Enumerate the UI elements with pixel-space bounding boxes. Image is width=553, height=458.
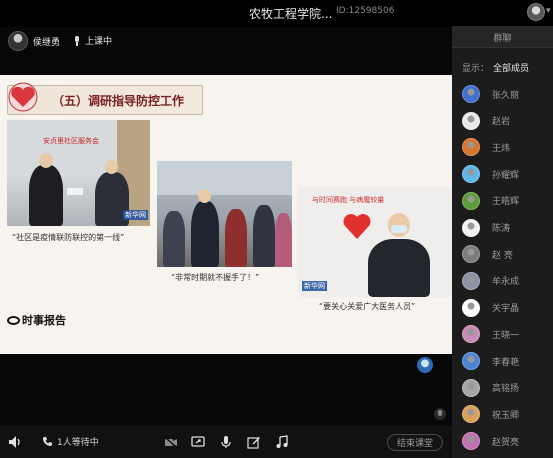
member-name: 赵贺亮 [492,437,520,448]
member-avatar [462,138,480,157]
member-item[interactable]: 赵贺亮 [452,428,553,454]
member-item[interactable]: 王皓辉 [452,188,553,214]
member-avatar [462,325,480,344]
member-name: 牟永成 [492,277,520,288]
photo-sign: 安贞里社区服务会 [43,137,99,145]
waiting-text: 1人等待中 [57,438,99,448]
member-name: 孙耀辉 [492,170,520,181]
member-item[interactable]: 赵 亮 [452,241,553,267]
filter-value[interactable]: 全部成员 [493,64,529,74]
member-name: 李春艳 [492,357,520,368]
waiting-indicator[interactable]: 1人等待中 [42,435,99,448]
member-item[interactable]: 孙耀辉 [452,161,553,187]
member-item[interactable]: 张久丽 [452,81,553,107]
member-avatar [462,298,480,317]
microphone-icon[interactable] [219,435,233,449]
bottom-toolbar: 1人等待中 结束课堂 [0,426,452,458]
member-item[interactable]: 赵岩 [452,108,553,134]
logo-mark-icon [7,316,20,325]
person-figure [29,165,63,226]
photo-community-visit: 安贞里社区服务会 新华网 [7,120,150,226]
member-name: 赵岩 [492,117,511,128]
panel-header: 群聊 [452,26,553,48]
host-avatar [8,31,28,51]
member-avatar [462,352,480,370]
member-avatar [462,245,480,264]
slide-logo-text: 时事报告 [22,314,66,327]
news-watermark: 新华网 [302,281,327,291]
chevron-down-icon[interactable]: ▾ [546,6,551,16]
member-avatar [462,271,480,290]
host-info: 侯继勇 [8,31,60,51]
photo-hospital-visit: 与时间赛跑 与病魔较量 新华网 [298,187,452,297]
member-avatar [462,378,480,397]
tab-group-chat[interactable]: 群聊 [452,31,553,44]
member-avatar [462,218,480,237]
member-panel: 群聊 显示： 全部成员 张久丽赵岩王炜孙耀辉王皓辉陈涛赵 亮牟永成关宇晶王晓一李春… [452,26,553,458]
window-title: 农牧工程学院... [249,7,333,21]
room-id: ID:12598506 [336,6,395,16]
member-item[interactable]: 王晓一 [452,321,553,347]
member-avatar [462,165,480,184]
member-item[interactable]: 祝玉卿 [452,401,553,427]
slide-caption: “社区是疫情联防联控的第一线” [12,233,125,242]
heart-icon [343,214,371,239]
filter-label: 显示： [462,64,490,74]
photo-sign: 与时间赛跑 与病魔较量 [312,196,385,204]
music-icon[interactable] [275,435,289,449]
member-avatar [462,405,480,424]
participant-avatar[interactable] [417,357,433,373]
slide-heading: （五）调研指导防控工作 [52,94,185,108]
camera-off-icon[interactable] [164,435,178,449]
class-status: 上课中 [74,34,112,47]
microphone-icon[interactable] [434,408,446,420]
member-name: 张久丽 [492,90,520,101]
member-item[interactable]: 关宇晶 [452,295,553,321]
member-item[interactable]: 牟永成 [452,268,553,294]
microphone-icon [74,35,80,46]
slide-caption: “非常时期就不握手了！” [171,273,260,282]
member-name: 王炜 [492,143,511,154]
end-class-button[interactable]: 结束课堂 [387,434,443,451]
presentation-slide: （五）调研指导防控工作 安贞里社区服务会 新华网 与时间赛跑 与病魔较量 新华网… [0,75,452,354]
member-avatar [462,111,480,130]
member-filter[interactable]: 显示： 全部成员 [462,61,529,74]
member-item[interactable]: 李春艳 [452,348,553,374]
member-avatar [462,85,480,103]
share-screen-icon[interactable] [191,435,205,449]
member-name: 祝玉卿 [492,410,520,421]
member-name: 关宇晶 [492,304,520,315]
member-item[interactable]: 王炜 [452,134,553,160]
host-name: 侯继勇 [33,37,61,48]
person-figure [368,239,430,297]
slide-caption: “要关心关爱广大医务人员” [319,302,416,311]
member-name: 王皓辉 [492,197,520,208]
member-name: 王晓一 [492,330,520,341]
heart-icon [8,82,38,112]
member-item[interactable]: 陈涛 [452,215,553,241]
member-name: 陈涛 [492,224,511,234]
photo-street-visit [157,161,292,267]
member-name: 赵 亮 [492,250,513,261]
title-bar: 农牧工程学院... ID:12598506 ▾ [0,0,553,26]
class-status-label: 上课中 [85,37,113,47]
member-avatar [462,432,480,451]
member-name: 高铭扬 [492,384,520,395]
news-watermark: 新华网 [123,210,148,220]
edit-icon[interactable] [247,435,261,449]
member-avatar [462,191,480,210]
volume-icon[interactable] [8,435,22,449]
user-avatar[interactable] [527,3,545,21]
member-item[interactable]: 高铭扬 [452,375,553,401]
phone-icon [42,436,53,447]
slide-logo: 时事报告 [7,312,66,328]
